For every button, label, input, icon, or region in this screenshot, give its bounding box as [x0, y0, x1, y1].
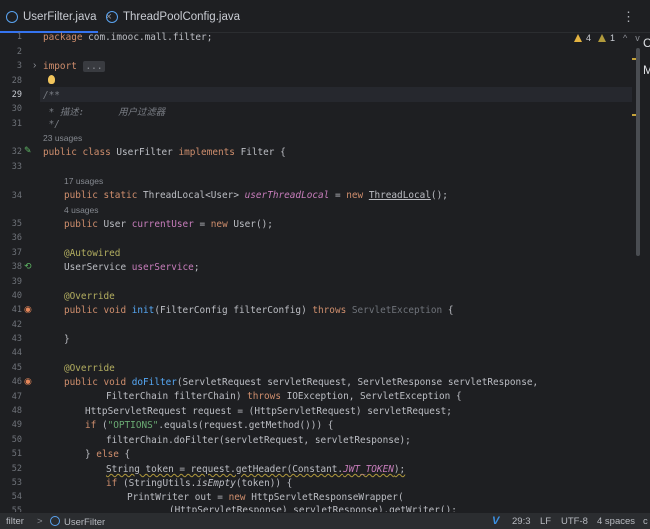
- line-number: 38: [11, 262, 22, 272]
- line-number: 32: [11, 147, 22, 157]
- tab-userfilter[interactable]: UserFilter.java ×: [6, 0, 112, 33]
- weak-warning-icon: [598, 34, 607, 42]
- line-number: 33: [11, 162, 22, 172]
- java-class-icon: [6, 10, 18, 23]
- code-line[interactable]: PrintWriter out = new HttpServletRespons…: [127, 492, 404, 503]
- line-number: 28: [11, 76, 22, 86]
- code-line[interactable]: if (StringUtils.isEmpty(token)) {: [106, 478, 292, 489]
- code-line[interactable]: @Override: [64, 291, 115, 302]
- line-number: 41: [11, 305, 22, 315]
- line-number: 34: [11, 191, 22, 201]
- weak-warning-count: 1: [610, 33, 616, 43]
- line-number: 30: [11, 104, 22, 114]
- usages-hint[interactable]: 17 usages: [64, 176, 103, 186]
- line-number: 45: [11, 363, 22, 373]
- override-icon[interactable]: ◉: [24, 376, 32, 387]
- line-number: 44: [11, 348, 22, 358]
- code-line[interactable]: UserService userService;: [64, 262, 199, 273]
- line-number: 2: [16, 47, 22, 57]
- warning-icon: [574, 34, 582, 42]
- code-line[interactable]: /**: [43, 90, 60, 101]
- override-icon[interactable]: ◉: [24, 304, 32, 315]
- line-number: 1: [16, 32, 22, 42]
- code-line[interactable]: */: [43, 119, 60, 130]
- line-number: 37: [11, 248, 22, 258]
- code-line[interactable]: FilterChain filterChain) throws IOExcept…: [106, 391, 462, 402]
- line-number: 40: [11, 291, 22, 301]
- code-line[interactable]: public User currentUser = new User();: [64, 219, 273, 230]
- breadcrumb-class[interactable]: UserFilter: [50, 516, 105, 528]
- tab-threadpoolconfig[interactable]: ThreadPoolConfig.java: [106, 0, 240, 33]
- line-number: 42: [11, 320, 22, 330]
- line-number: 54: [11, 492, 22, 502]
- breadcrumb-package[interactable]: filter: [6, 516, 24, 527]
- bean-icon[interactable]: ✎: [24, 145, 32, 156]
- tab-label: UserFilter.java: [23, 10, 97, 23]
- breadcrumb-separator: >: [37, 516, 43, 527]
- line-number: 47: [11, 392, 22, 402]
- indent-setting[interactable]: 4 spaces: [597, 516, 635, 527]
- line-number: 36: [11, 233, 22, 243]
- code-line[interactable]: * 描述: 用户过滤器: [43, 104, 165, 118]
- code-line[interactable]: if ("OPTIONS".equals(request.getMethod()…: [85, 420, 333, 431]
- code-line[interactable]: public void init(FilterConfig filterConf…: [64, 305, 454, 316]
- code-line[interactable]: public static ThreadLocal<User> userThre…: [64, 190, 448, 201]
- line-number: 39: [11, 277, 22, 287]
- line-number: 52: [11, 464, 22, 474]
- warning-count: 4: [586, 33, 592, 43]
- code-line[interactable]: @Override: [64, 363, 115, 374]
- line-number: 31: [11, 119, 22, 129]
- cursor-position[interactable]: 29:3: [512, 516, 531, 527]
- status-edge: c: [643, 516, 648, 527]
- previous-highlight-icon[interactable]: ^: [623, 33, 627, 43]
- more-options-icon[interactable]: ⋮: [622, 9, 635, 25]
- java-class-icon: [50, 516, 60, 526]
- line-separator[interactable]: LF: [540, 516, 551, 527]
- line-number: 49: [11, 420, 22, 430]
- code-line[interactable]: public class UserFilter implements Filte…: [43, 147, 286, 158]
- status-bar: filter > UserFilter V 29:3 LF UTF-8 4 sp…: [0, 512, 650, 529]
- line-number: 3: [16, 61, 22, 71]
- java-class-icon: [106, 10, 118, 23]
- code-line[interactable]: HttpServletRequest request = (HttpServle…: [85, 406, 452, 417]
- code-line[interactable]: }: [64, 334, 70, 345]
- line-number: 46: [11, 377, 22, 387]
- line-number: 53: [11, 478, 22, 488]
- folded-imports[interactable]: ...: [82, 61, 106, 72]
- fold-arrow-icon[interactable]: ›: [33, 60, 36, 71]
- code-line[interactable]: filterChain.doFilter(servletRequest, ser…: [106, 435, 411, 446]
- lightbulb-icon[interactable]: [48, 75, 55, 84]
- line-number: 35: [11, 219, 22, 229]
- code-line[interactable]: import ...: [43, 61, 106, 72]
- code-line[interactable]: } else {: [85, 449, 130, 460]
- line-number: 43: [11, 334, 22, 344]
- file-encoding[interactable]: UTF-8: [561, 516, 588, 527]
- code-line[interactable]: public void doFilter(ServletRequest serv…: [64, 377, 538, 388]
- line-number: 29: [11, 90, 22, 100]
- line-number: 51: [11, 449, 22, 459]
- line-number: 50: [11, 435, 22, 445]
- autowired-bean-icon[interactable]: ⟲: [24, 261, 32, 272]
- usages-hint[interactable]: 4 usages: [64, 205, 99, 215]
- tab-label: ThreadPoolConfig.java: [123, 10, 240, 23]
- code-line[interactable]: String token = request.getHeader(Constan…: [106, 464, 405, 475]
- edge-letter: M: [643, 63, 650, 77]
- current-line-highlight: [40, 87, 632, 102]
- edge-letter: C: [643, 36, 650, 50]
- scrollbar-thumb[interactable]: [636, 48, 640, 256]
- code-line[interactable]: @Autowired: [64, 248, 120, 259]
- inspection-widget[interactable]: 4 1 ^ v: [574, 33, 640, 43]
- code-line[interactable]: package com.imooc.mall.filter;: [43, 32, 212, 43]
- line-number: 48: [11, 406, 22, 416]
- vim-icon[interactable]: V: [492, 515, 499, 527]
- usages-hint[interactable]: 23 usages: [43, 133, 82, 143]
- editor-tab-bar: UserFilter.java × ThreadPoolConfig.java …: [0, 0, 650, 33]
